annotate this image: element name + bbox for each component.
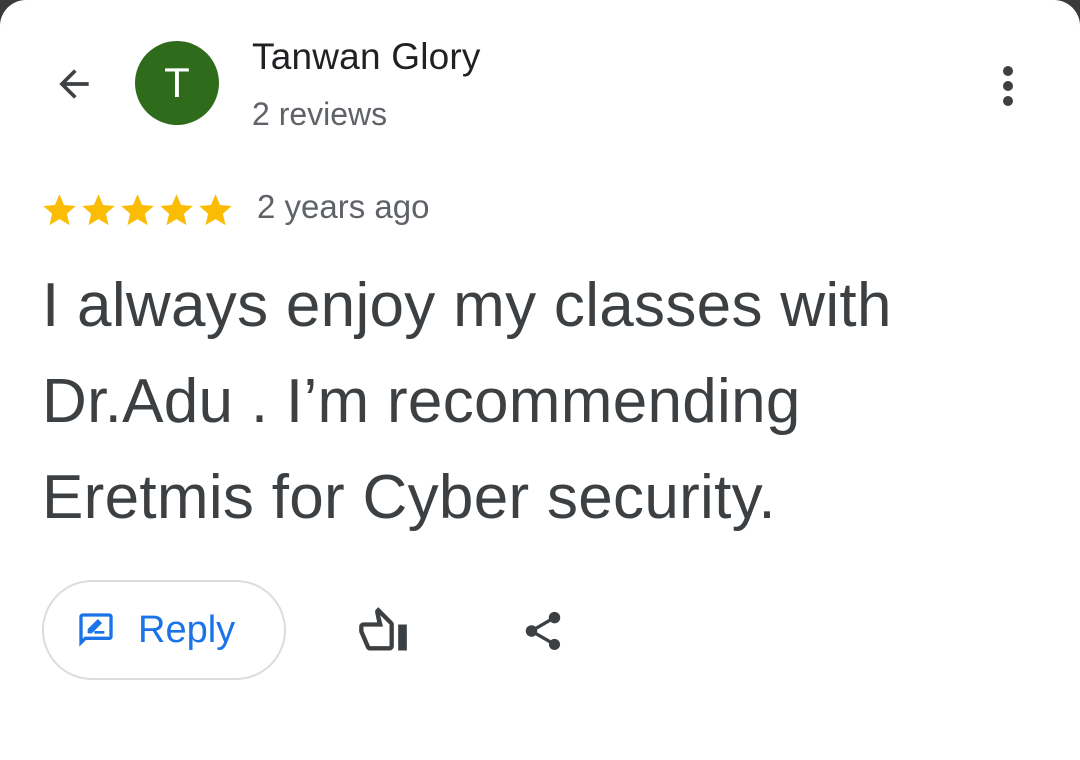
review-time: 2 years ago [257, 188, 430, 225]
arrow-back-icon [59, 69, 89, 99]
avatar[interactable]: T [135, 41, 219, 125]
share-button[interactable] [510, 598, 576, 664]
star-icon [160, 193, 193, 225]
share-icon [525, 611, 561, 651]
reply-button[interactable]: Reply [42, 580, 286, 680]
rate-review-icon [79, 613, 113, 647]
review-text: I always enjoy my classes with Dr.Adu . … [42, 258, 1042, 546]
more-options-button[interactable] [980, 58, 1036, 114]
star-icon [121, 193, 154, 225]
back-button[interactable] [46, 56, 102, 112]
more-vert-icon [1003, 66, 1013, 106]
review-text-line: Dr.Adu . I’m recommending [42, 367, 801, 436]
star-icon [199, 193, 232, 225]
review-text-line: Eretmis for Cyber security. [42, 463, 776, 532]
star-icon [43, 193, 76, 225]
review-text-line: I always enjoy my classes with [42, 271, 892, 340]
reply-label: Reply [138, 608, 236, 651]
review-card: T Tanwan Glory 2 reviews 2 years ago I a… [0, 0, 1080, 760]
like-button[interactable] [350, 598, 416, 664]
reviewer-name[interactable]: Tanwan Glory [252, 36, 481, 78]
star-icon [82, 193, 115, 225]
avatar-letter: T [164, 59, 190, 106]
review-count: 2 reviews [252, 96, 388, 132]
thumb-up-outline-icon [359, 607, 407, 651]
star-rating [40, 188, 235, 232]
